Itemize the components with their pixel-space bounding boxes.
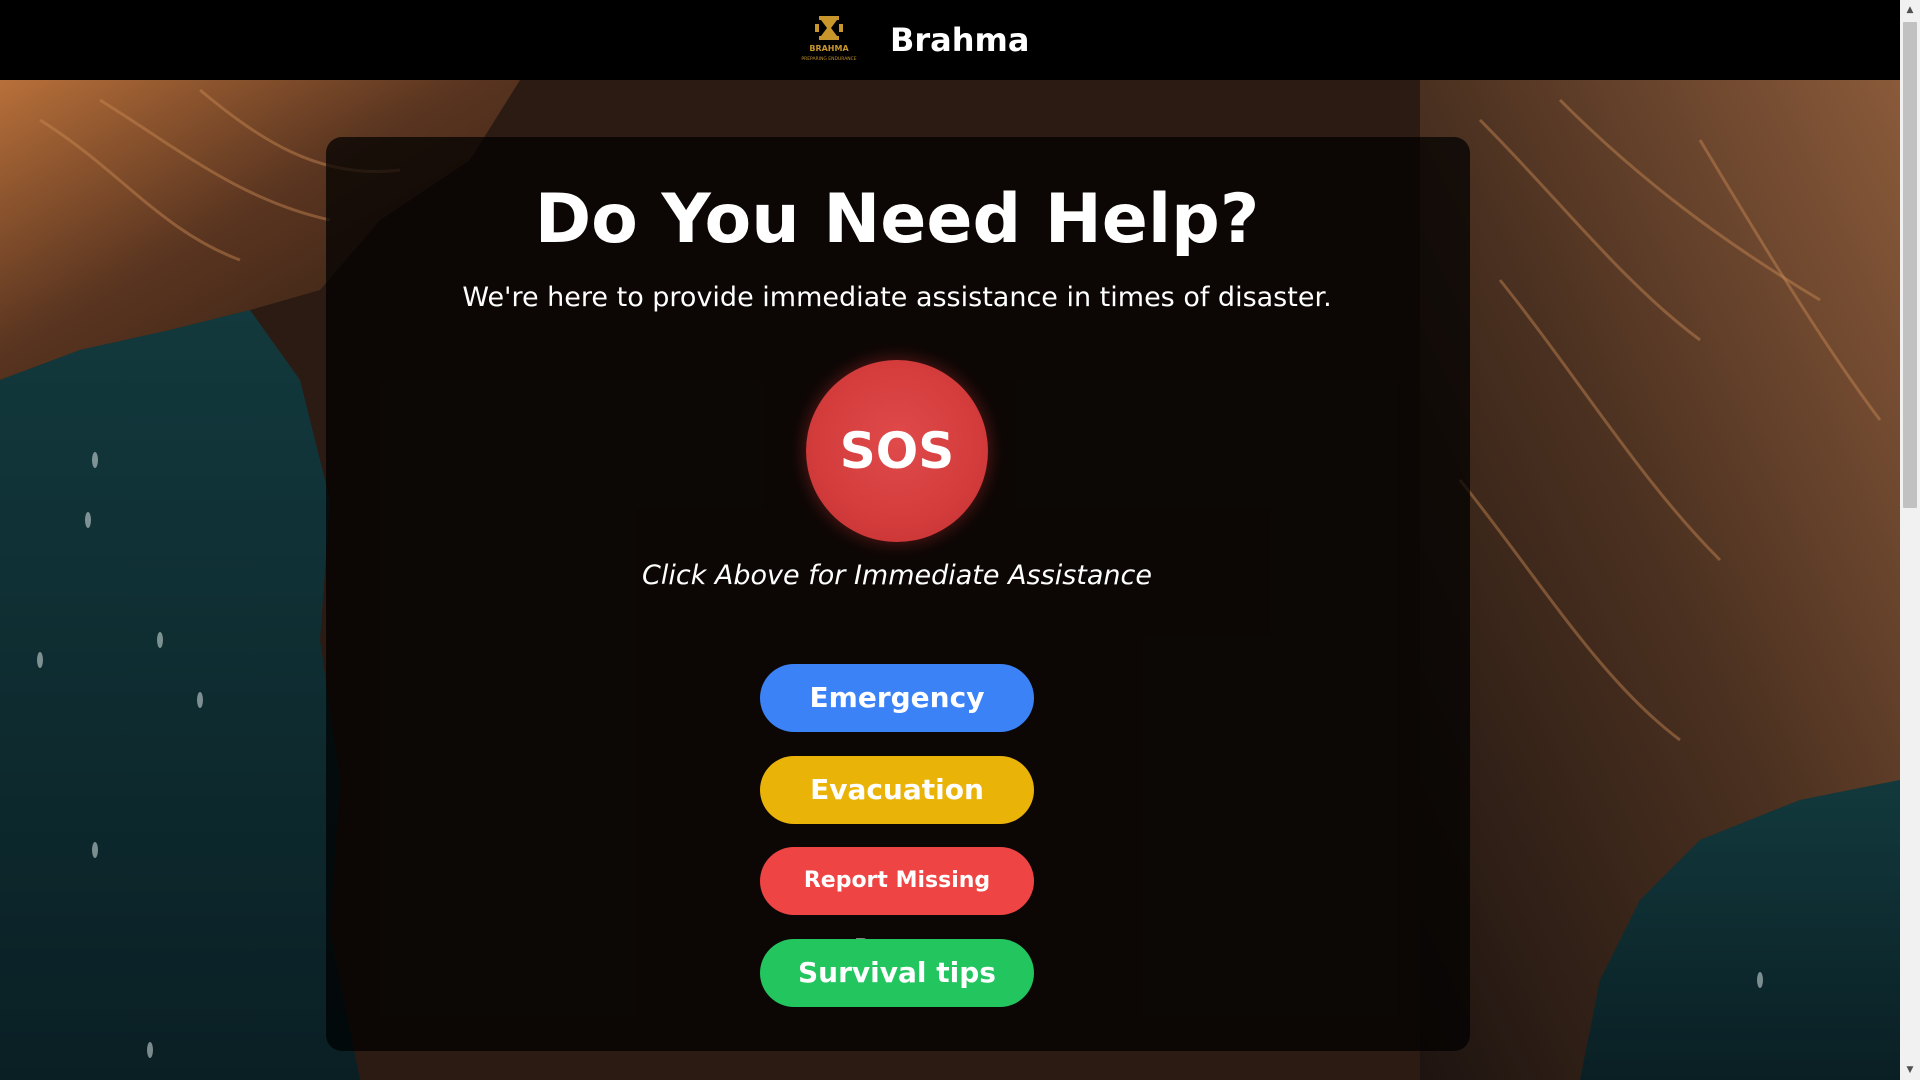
logo-tagline: PREPARING ENDURANCE [801, 56, 856, 62]
evacuation-button[interactable]: Evacuation [760, 756, 1034, 824]
sos-caption: Click Above for Immediate Assistance [642, 560, 1152, 591]
brand-name[interactable]: Brahma [890, 18, 1029, 62]
sos-button[interactable]: SOS [806, 360, 988, 542]
emergency-button[interactable]: Emergency [760, 664, 1034, 732]
page: BRAHMA PREPARING ENDURANCE Brahma Do You… [0, 0, 1920, 1080]
scrollbar-thumb[interactable] [1903, 22, 1917, 508]
survival-tips-button[interactable]: Survival tips [760, 939, 1034, 1007]
arrow-up-icon[interactable]: ▲ [1900, 0, 1920, 20]
arrow-down-icon[interactable]: ▼ [1900, 1060, 1920, 1080]
page-title: Do You Need Help? [534, 180, 1260, 259]
logo-emblem-icon [815, 16, 843, 40]
vertical-scrollbar[interactable]: ▲ ▼ [1900, 0, 1920, 1080]
report-missing-person-button[interactable]: Report Missing Person [760, 847, 1034, 961]
brahma-logo[interactable]: BRAHMA PREPARING ENDURANCE [788, 14, 870, 64]
logo-text: BRAHMA [809, 44, 849, 53]
top-navbar: BRAHMA PREPARING ENDURANCE Brahma [0, 0, 1900, 80]
page-subtitle: We're here to provide immediate assistan… [462, 282, 1332, 313]
